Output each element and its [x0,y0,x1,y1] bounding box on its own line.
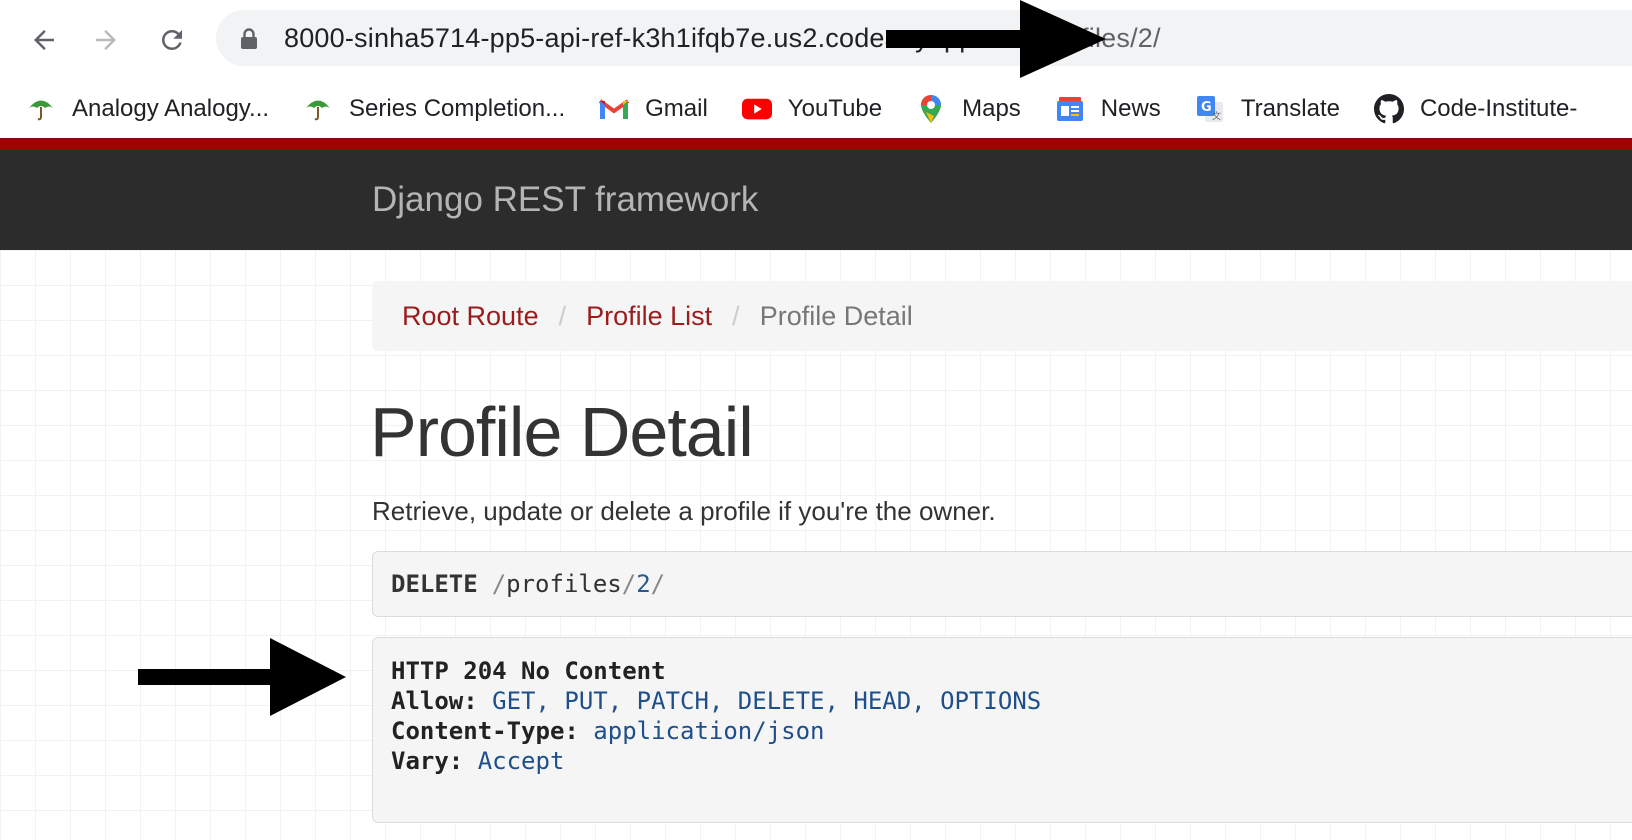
response-header-allow: Allow: GET, PUT, PATCH, DELETE, HEAD, OP… [391,686,1632,716]
bookmark-maps[interactable]: Maps [916,94,1021,124]
umbrella-icon [26,94,56,124]
github-icon [1373,94,1404,124]
gmail-icon [599,94,630,124]
forward-button[interactable] [84,18,128,62]
browser-toolbar: 8000-sinha5714-pp5-api-ref-k3h1ifqb7e.us… [0,0,1632,80]
request-path-sep: / [650,570,666,598]
url-host: 8000-sinha5714-pp5-api-ref-k3h1ifqb7e.us… [284,23,826,53]
umbrella-icon [303,94,333,124]
drf-navbar: Django REST framework [0,150,1632,250]
response-header-key: Allow: [391,687,478,715]
back-button[interactable] [22,18,66,62]
url-text[interactable]: 8000-sinha5714-pp5-api-ref-k3h1ifqb7e.us… [284,10,1161,66]
bookmarks-bar: Analogy Analogy... Series Completion... … [0,80,1632,138]
response-header-vary: Vary: Accept [391,746,1632,776]
request-method: DELETE [391,570,478,598]
news-icon [1055,94,1085,124]
page-title: Profile Detail [370,393,754,471]
svg-text:文: 文 [1212,110,1221,122]
url-host-obscured: codeanyapp.co [825,23,1012,53]
breadcrumb-root-route[interactable]: Root Route [402,301,539,332]
request-path-sep: / [491,570,507,598]
url-host-end: m [1011,23,1034,53]
breadcrumb-profile-list[interactable]: Profile List [586,301,712,332]
bookmark-analogy[interactable]: Analogy Analogy... [26,94,269,124]
maps-pin-icon [916,94,946,124]
forward-arrow-icon [96,30,116,50]
bookmark-github[interactable]: Code-Institute- [1373,94,1578,124]
request-path-id: 2 [636,570,651,598]
drf-accent-bar [0,138,1632,150]
bookmark-gmail[interactable]: Gmail [599,94,708,124]
drf-brand-link[interactable]: Django REST framework [372,180,758,220]
request-path-segment: profiles [506,570,622,598]
response-header-value: Accept [477,747,565,775]
bookmark-label: Series Completion... [349,95,566,122]
bookmark-news[interactable]: News [1055,94,1161,124]
url-path: /profiles/2/ [1033,23,1161,53]
bookmark-label: Code-Institute- [1419,95,1578,122]
reload-icon [161,29,182,50]
breadcrumb: Root Route / Profile List / Profile Deta… [372,281,1632,351]
page-description: Retrieve, update or delete a profile if … [372,496,996,526]
request-info: DELETE / profiles/2/ [372,551,1632,617]
request-path-sep: / [621,570,637,598]
back-arrow-icon [34,30,54,50]
breadcrumb-separator: / [732,300,740,331]
response-header-value: GET, PUT, PATCH, DELETE, HEAD, OPTIONS [492,687,1042,715]
translate-icon: G 文 [1195,94,1225,124]
breadcrumb-active-item: Profile Detail [759,300,913,331]
bookmark-label: Gmail [645,95,708,122]
response-header-key: Content-Type: [391,717,579,745]
reload-button[interactable] [150,18,194,62]
bookmark-youtube[interactable]: YouTube [741,94,883,124]
response-header-content-type: Content-Type: application/json [391,716,1632,746]
response-status: HTTP 204 No Content [391,657,666,685]
bookmark-series-completion[interactable]: Series Completion... [303,94,565,124]
bookmark-label: News [1100,95,1161,122]
bookmark-label: YouTube [787,95,883,122]
bookmark-translate[interactable]: G 文 Translate [1195,94,1340,124]
response-header-key: Vary: [391,747,464,775]
bookmark-label: Maps [962,95,1021,122]
svg-text:G: G [1201,100,1212,115]
lock-icon [241,28,257,49]
youtube-icon [741,94,772,124]
bookmark-label: Translate [1240,95,1340,122]
address-bar[interactable]: 8000-sinha5714-pp5-api-ref-k3h1ifqb7e.us… [216,10,1632,66]
bookmark-label: Analogy Analogy... [72,95,270,122]
breadcrumb-separator: / [558,300,567,331]
response-info: HTTP 204 No Content Allow: GET, PUT, PAT… [372,637,1632,823]
response-header-value: application/json [593,717,825,745]
